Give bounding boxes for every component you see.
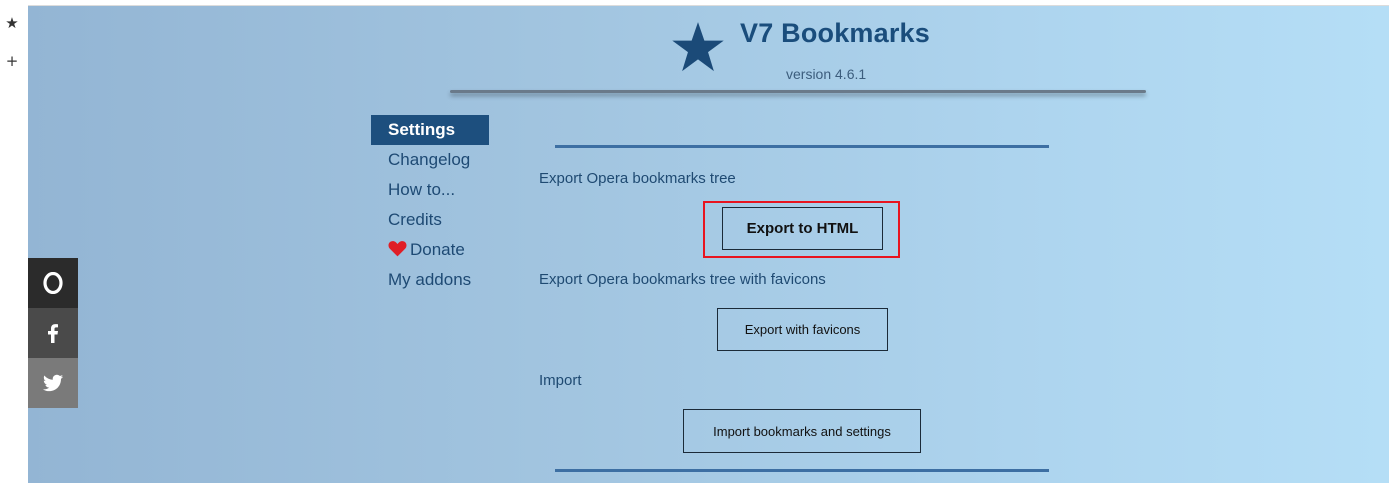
nav-item-settings[interactable]: Settings <box>371 115 489 145</box>
export-section-label: Export Opera bookmarks tree <box>539 170 736 187</box>
twitter-share-button[interactable] <box>28 358 78 408</box>
heart-icon <box>388 241 407 257</box>
export-html-button[interactable]: Export to HTML <box>722 207 883 250</box>
facebook-share-button[interactable] <box>28 308 78 358</box>
content-divider-bottom <box>555 469 1049 472</box>
export-favicons-button[interactable]: Export with favicons <box>717 308 888 351</box>
nav-item-changelog[interactable]: Changelog <box>371 145 489 175</box>
nav-item-credits[interactable]: Credits <box>371 205 489 235</box>
version-label: version 4.6.1 <box>786 66 867 82</box>
opera-share-button[interactable] <box>28 258 78 308</box>
header-divider <box>450 90 1146 93</box>
logo-star-icon <box>672 22 724 72</box>
nav-item-how-to[interactable]: How to... <box>371 175 489 205</box>
plus-icon[interactable]: + <box>0 52 24 70</box>
settings-nav: Settings Changelog How to... Credits Don… <box>371 115 489 295</box>
page-title: V7 Bookmarks <box>740 18 930 48</box>
settings-page: V7 Bookmarks version 4.6.1 Settings Chan… <box>28 6 1389 483</box>
facebook-icon <box>48 324 58 343</box>
browser-sidebar: ★ + <box>0 0 28 483</box>
content-divider-top <box>555 145 1049 148</box>
import-section-label: Import <box>539 372 582 389</box>
opera-icon <box>43 272 63 294</box>
donate-label: Donate <box>410 240 465 259</box>
app-window: ★ + V7 Bookmarks version 4.6.1 Settings … <box>0 0 1389 483</box>
nav-item-my-addons[interactable]: My addons <box>371 265 489 295</box>
nav-item-donate[interactable]: Donate <box>371 235 489 265</box>
star-icon[interactable]: ★ <box>0 14 24 32</box>
import-button[interactable]: Import bookmarks and settings <box>683 409 921 453</box>
favicons-section-label: Export Opera bookmarks tree with favicon… <box>539 271 826 288</box>
twitter-icon <box>42 374 64 392</box>
